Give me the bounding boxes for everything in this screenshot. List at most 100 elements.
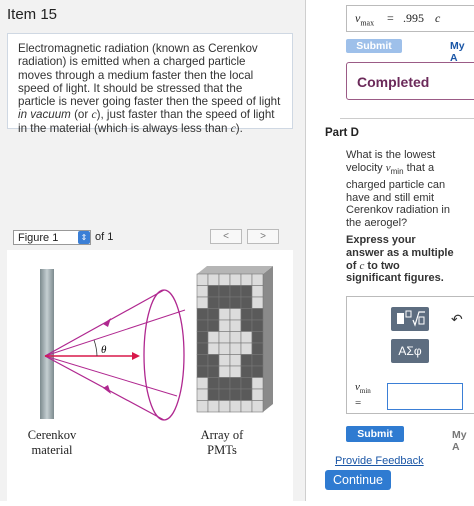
- cerenkov-diagram: θ: [40, 266, 273, 421]
- pmt-cell: [251, 377, 264, 390]
- pmt-cell: [218, 331, 231, 344]
- part-d-question: What is the lowest velocity vmin that a …: [346, 149, 451, 230]
- pmt-cell: [251, 388, 264, 401]
- figure-image: θ Cerenkov material Array of PMTs: [7, 250, 293, 501]
- pmt-cell: [218, 377, 231, 390]
- provide-feedback-link[interactable]: Provide Feedback: [335, 455, 424, 467]
- pmt-cell: [240, 377, 253, 390]
- pmt-cell: [207, 342, 220, 355]
- pmt-cell: [196, 377, 209, 390]
- pmt-cell: [218, 388, 231, 401]
- part-c-submit-button[interactable]: Submit: [346, 39, 402, 53]
- pmt-cell: [240, 331, 253, 344]
- pmt-cell: [207, 296, 220, 309]
- part-d-submit-button[interactable]: Submit: [346, 426, 404, 442]
- vmax-label: vmax: [355, 11, 375, 28]
- pmt-cell: [229, 354, 242, 367]
- pmt-cell: [207, 400, 220, 413]
- problem-text-italic: in vacuum: [18, 108, 71, 122]
- pmt-cell: [207, 365, 220, 378]
- pmt-cell: [251, 308, 264, 321]
- pmt-cell: [251, 342, 264, 355]
- template-icon[interactable]: [391, 307, 429, 331]
- undo-icon[interactable]: ↶: [451, 311, 463, 328]
- figure-select-value: Figure 1: [18, 232, 59, 244]
- pmt-cell: [240, 285, 253, 298]
- question-sub: min: [390, 166, 404, 176]
- pmt-cell: [251, 319, 264, 332]
- chevron-right-icon: >: [260, 231, 266, 242]
- figure-count: of 1: [95, 231, 114, 243]
- pmt-cell: [218, 319, 231, 332]
- problem-text-b: (or: [70, 108, 92, 122]
- caption-pmts: Array of PMTs: [192, 428, 252, 458]
- pmt-cell: [240, 296, 253, 309]
- pmt-cell: [240, 400, 253, 413]
- pmt-cell: [229, 308, 242, 321]
- part-c-answer: vmax = .995 c: [346, 5, 474, 32]
- pmt-cell: [229, 342, 242, 355]
- pmt-cell: [196, 331, 209, 344]
- pmt-cell: [251, 331, 264, 344]
- panel-divider: [305, 0, 306, 501]
- vmin-input[interactable]: [387, 383, 463, 410]
- answer-editor: ↶ ΑΣφ vmin =: [346, 296, 474, 414]
- part-d-title: Part D: [325, 127, 359, 139]
- part-d-my-answers-link[interactable]: My A: [452, 429, 474, 453]
- pmt-cell: [207, 388, 220, 401]
- pmt-top: [197, 266, 273, 274]
- pmt-cell: [240, 319, 253, 332]
- cerenkov-material: [40, 269, 54, 419]
- pmt-cell: [196, 308, 209, 321]
- pmt-cell: [251, 354, 264, 367]
- pmt-cell: [229, 331, 242, 344]
- section-divider: [340, 118, 474, 119]
- pmt-cell: [218, 285, 231, 298]
- pmt-cell: [229, 377, 242, 390]
- pmt-array: [196, 266, 273, 413]
- radiation-cone: [44, 289, 186, 421]
- caption-pmts-line2: PMTs: [207, 443, 237, 457]
- pmt-cell: [251, 273, 264, 286]
- pmt-side: [263, 266, 273, 412]
- pmt-cell: [229, 296, 242, 309]
- vmax-value: .995: [403, 11, 424, 25]
- pmt-cell: [207, 273, 220, 286]
- next-figure-button[interactable]: >: [247, 229, 279, 244]
- pmt-cell: [229, 319, 242, 332]
- pmt-cell: [196, 296, 209, 309]
- pmt-cell: [196, 342, 209, 355]
- problem-text-a: Electromagnetic radiation (known as Cere…: [18, 42, 281, 109]
- pmt-cell: [196, 319, 209, 332]
- pmt-cell: [196, 388, 209, 401]
- continue-button[interactable]: Continue: [325, 470, 391, 490]
- vmax-unit: c: [435, 11, 441, 25]
- pmt-cell: [207, 377, 220, 390]
- template-glyph: [397, 310, 425, 327]
- pmt-cell: [218, 365, 231, 378]
- pmt-cell: [218, 354, 231, 367]
- pmt-cell: [207, 308, 220, 321]
- figure-toolbar: Figure 1 ⇕ of 1 < >: [7, 225, 293, 249]
- updown-chevron-icon: ⇕: [78, 231, 90, 244]
- pmt-cell: [240, 308, 253, 321]
- pmt-cell: [240, 388, 253, 401]
- pmt-cell: [207, 331, 220, 344]
- symbols-button[interactable]: ΑΣφ: [391, 339, 429, 363]
- problem-text-d: ).: [235, 121, 243, 135]
- pmt-cell: [218, 273, 231, 286]
- pmt-cell: [218, 342, 231, 355]
- pmt-cell: [229, 400, 242, 413]
- pmt-cell: [196, 400, 209, 413]
- problem-intro: Electromagnetic radiation (known as Cere…: [7, 33, 293, 135]
- part-c-my-answers-link[interactable]: My A: [450, 40, 474, 64]
- caption-material: Cerenkov material: [22, 428, 82, 458]
- pmt-cell: [218, 400, 231, 413]
- figure-select[interactable]: Figure 1 ⇕: [13, 230, 91, 245]
- vmax-equals: =: [387, 11, 394, 25]
- prev-figure-button[interactable]: <: [210, 229, 242, 244]
- caption-material-line2: material: [31, 443, 73, 457]
- item-title: Item 15: [7, 6, 58, 23]
- pmt-cell: [251, 296, 264, 309]
- pmt-cell: [207, 285, 220, 298]
